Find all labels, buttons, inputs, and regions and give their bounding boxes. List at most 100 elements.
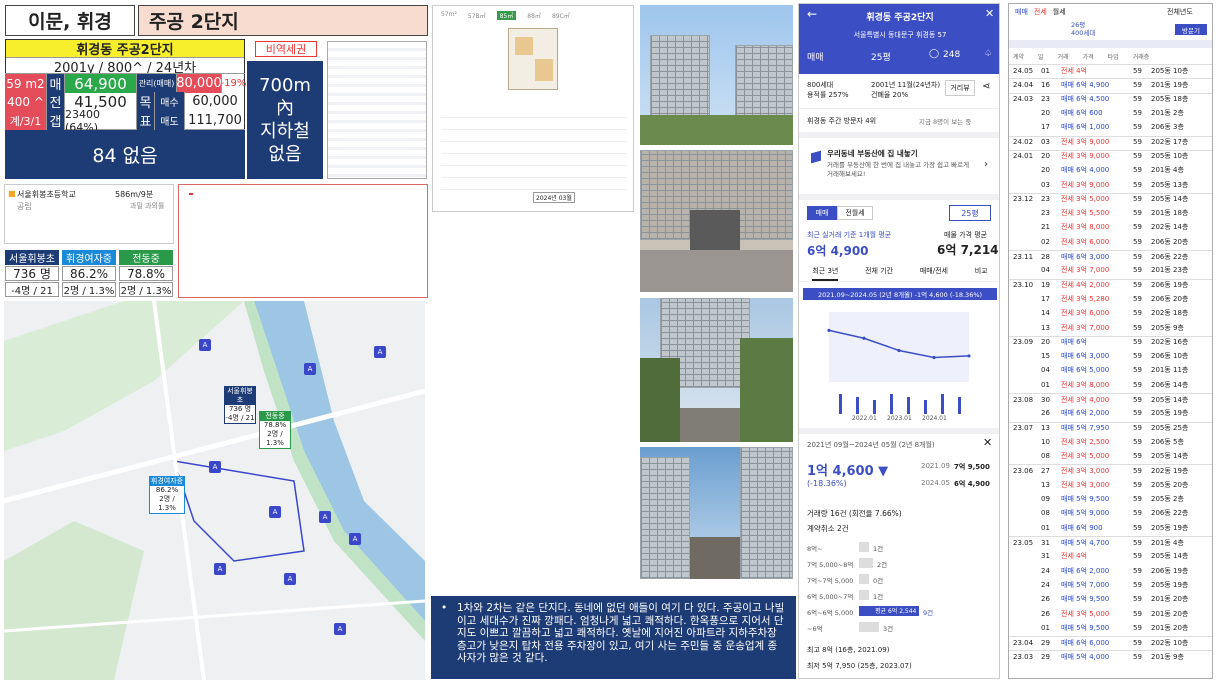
map-pin-icon[interactable]: A	[304, 363, 316, 375]
table-row[interactable]: 01 매매 5억 9,500 59 201동 20층	[1009, 622, 1212, 634]
map-label-school-3[interactable]: 전동중 78.8% 2명 / 1.3%	[259, 411, 291, 449]
table-row[interactable]: 23.10 19 전세 4억 2,000 59 206동 19층	[1009, 278, 1212, 291]
map-pin-icon[interactable]: A	[374, 346, 386, 358]
table-row[interactable]: 15 매매 6억 3,000 59 206동 10층	[1009, 350, 1212, 362]
close-icon[interactable]: ✕	[983, 436, 992, 449]
table-row[interactable]: 01 전세 3억 8,000 59 206동 14층	[1009, 379, 1212, 391]
map-label-school-2[interactable]: 휘경여자중 86.2% 2명 / 1.3%	[149, 476, 185, 514]
chart-point[interactable]	[827, 328, 831, 332]
map-pin-icon[interactable]: A	[284, 573, 296, 585]
map-pin-icon[interactable]: A	[349, 533, 361, 545]
size-dropdown[interactable]: 25평	[949, 205, 991, 221]
street-view-button[interactable]: 거리뷰	[945, 80, 975, 96]
size-select[interactable]: 25평	[871, 50, 891, 63]
chart-tabs[interactable]: 최근 3년 전체 기간 매매/전세 비교	[799, 266, 999, 282]
table-row[interactable]: 08 매매 5억 9,000 59 206동 22층	[1009, 507, 1212, 519]
tab-rent[interactable]: 전월세	[837, 206, 873, 220]
table-row[interactable]: 31 전세 4억 59 205동 14층	[1009, 550, 1212, 562]
table-row[interactable]: 02 전세 3억 6,000 59 206동 20층	[1009, 236, 1212, 248]
tx-tabs[interactable]: 매매 전세 월세	[1015, 7, 1066, 17]
table-row[interactable]: 23.09 20 매매 6억 59 202동 16층	[1009, 335, 1212, 348]
table-row[interactable]: 20 매매 6억 600 59 201동 2층	[1009, 107, 1212, 119]
table-cell: 59	[1133, 380, 1142, 389]
table-row[interactable]: 13 전세 3억 3,000 59 205동 20층	[1009, 479, 1212, 491]
tab-88[interactable]: 88㎡	[527, 11, 541, 20]
table-row[interactable]: 23.08 30 전세 3억 4,000 59 205동 14층	[1009, 392, 1212, 405]
ad-title[interactable]: 우리동네 부동산에 집 내놓기	[827, 148, 918, 159]
comment-icon[interactable]: ◯	[929, 49, 939, 59]
tab-57[interactable]: 57m²	[441, 11, 457, 20]
floorplan-tabs[interactable]: 57m² 57B㎡ 85㎡ 88㎡ 89C㎡	[441, 11, 570, 20]
table-row[interactable]: 17 매매 6억 1,000 59 206동 3층	[1009, 121, 1212, 133]
ctab-recent[interactable]: 최근 3년	[812, 266, 839, 281]
tab-sale[interactable]: 매매	[807, 206, 837, 220]
tx-tab-sale[interactable]: 매매	[1015, 7, 1028, 17]
table-row[interactable]: 23.07 13 매매 5억 7,950 59 205동 25층	[1009, 421, 1212, 434]
table-row[interactable]: 26 전세 3억 5,000 59 201동 20층	[1009, 607, 1212, 619]
table-row[interactable]: 23.04 29 매매 6억 6,000 59 202동 10층	[1009, 636, 1212, 648]
dist-row: 6억 5,000~7억 1건	[807, 588, 997, 602]
table-cell: 205동 9층	[1151, 323, 1184, 332]
table-row[interactable]: 20 매매 6억 4,000 59 201동 4층	[1009, 164, 1212, 176]
table-row[interactable]: 14 전세 3억 6,000 59 202동 18층	[1009, 307, 1212, 319]
table-row[interactable]: 08 전세 3억 5,000 59 205동 14층	[1009, 450, 1212, 462]
table-row[interactable]: 01 매매 6억 900 59 205동 19층	[1009, 522, 1212, 534]
table-row[interactable]: 23.11 28 매매 6억 3,000 59 206동 22층	[1009, 249, 1212, 262]
table-row[interactable]: 17 전세 3억 5,280 59 206동 20층	[1009, 293, 1212, 305]
table-row[interactable]: 24.03 23 매매 6억 4,500 59 205동 18층	[1009, 92, 1212, 105]
table-row[interactable]: 03 전세 3억 9,000 59 205동 13층	[1009, 178, 1212, 190]
map-label-school-1[interactable]: 서울휘봉초 736 명 -4명 / 21	[224, 386, 256, 424]
table-row[interactable]: 24 매매 5억 7,000 59 205동 19층	[1009, 579, 1212, 591]
table-row[interactable]: 23.12 23 전세 3억 5,000 59 205동 14층	[1009, 192, 1212, 205]
table-row[interactable]: 24.05 01 전세 4억 59 205동 10층	[1009, 64, 1212, 76]
visitor-link[interactable]: 지금 8명이 보는 중	[919, 116, 971, 126]
map-pin-icon[interactable]: A	[209, 461, 221, 473]
visit-button[interactable]: 방문기	[1175, 24, 1207, 35]
table-row[interactable]: 04 매매 6억 5,000 59 201동 11층	[1009, 364, 1212, 376]
table-row[interactable]: 10 전세 3억 2,500 59 206동 5층	[1009, 436, 1212, 448]
ctab-all[interactable]: 전체 기간	[865, 266, 893, 281]
month-button[interactable]: 2024년 03월	[533, 192, 575, 203]
chart-point[interactable]	[967, 354, 971, 358]
tab-89c[interactable]: 89C㎡	[552, 11, 570, 20]
map-pin-icon[interactable]: A	[269, 506, 281, 518]
table-row[interactable]: 21 전세 3억 8,000 59 202동 14층	[1009, 221, 1212, 233]
map-pin-icon[interactable]: A	[199, 339, 211, 351]
chart-point[interactable]	[932, 355, 936, 360]
tab-57b[interactable]: 57B㎡	[468, 11, 486, 20]
table-row[interactable]: 26 매매 6억 2,000 59 205동 19층	[1009, 407, 1212, 419]
map-pin-icon[interactable]: A	[319, 511, 331, 523]
table-row[interactable]: 24.02 03 전세 3억 9,000 59 202동 17층	[1009, 135, 1212, 148]
ctab-compare[interactable]: 비교	[975, 266, 988, 281]
table-row[interactable]: 24 매매 6억 2,000 59 206동 19층	[1009, 565, 1212, 577]
table-row[interactable]: 09 매매 5억 9,500 59 205동 2층	[1009, 493, 1212, 505]
deal-select[interactable]: 매매	[807, 50, 824, 63]
tab-85[interactable]: 85㎡	[496, 11, 517, 20]
high-date: 2021.09	[921, 462, 950, 470]
year-filter[interactable]: 전체년도	[1167, 7, 1193, 17]
chart-point[interactable]	[862, 336, 866, 340]
price-chart[interactable]: 2022.01 2023.01 2024.01	[799, 302, 1000, 422]
table-row[interactable]: 23 전세 3억 5,500 59 201동 18층	[1009, 207, 1212, 219]
table-row[interactable]: 23.03 29 매매 5억 4,000 59 201동 9층	[1009, 650, 1212, 662]
bell-icon[interactable]: ♤	[984, 49, 992, 59]
map-pin-icon[interactable]: A	[334, 623, 346, 635]
table-row[interactable]: 13 전세 3억 7,000 59 205동 9층	[1009, 321, 1212, 333]
chart-point[interactable]	[897, 348, 901, 353]
map-pin-icon[interactable]: A	[214, 563, 226, 575]
table-row[interactable]: 24.04 16 매매 6억 4,900 59 201동 19층	[1009, 78, 1212, 90]
table-row[interactable]: 24.01 20 전세 3억 9,000 59 205동 10층	[1009, 149, 1212, 162]
buy-label: 매수	[155, 92, 185, 111]
chevron-right-icon[interactable]: ›	[984, 159, 988, 170]
close-icon[interactable]: ✕	[985, 7, 994, 20]
table-row[interactable]: 26 매매 5억 9,500 59 201동 20층	[1009, 593, 1212, 605]
table-row[interactable]: 23.06 27 전세 3억 3,000 59 202동 19층	[1009, 464, 1212, 476]
map-view[interactable]: A A A A A A A A A A 서울휘봉초 736 명 -4명 / 21 전…	[4, 301, 425, 680]
tx-tab-rent[interactable]: 전세	[1034, 7, 1047, 17]
table-row[interactable]: 23.05 31 매매 5억 4,700 59 201동 4층	[1009, 535, 1212, 548]
ctab-compare-type[interactable]: 매매/전세	[920, 266, 948, 281]
tx-tab-monthly[interactable]: 월세	[1053, 7, 1066, 17]
table-row[interactable]: 04 전세 3억 7,000 59 201동 23층	[1009, 264, 1212, 276]
share-icon[interactable]: ⋖	[982, 81, 990, 92]
comment-count[interactable]: 248	[943, 50, 960, 60]
